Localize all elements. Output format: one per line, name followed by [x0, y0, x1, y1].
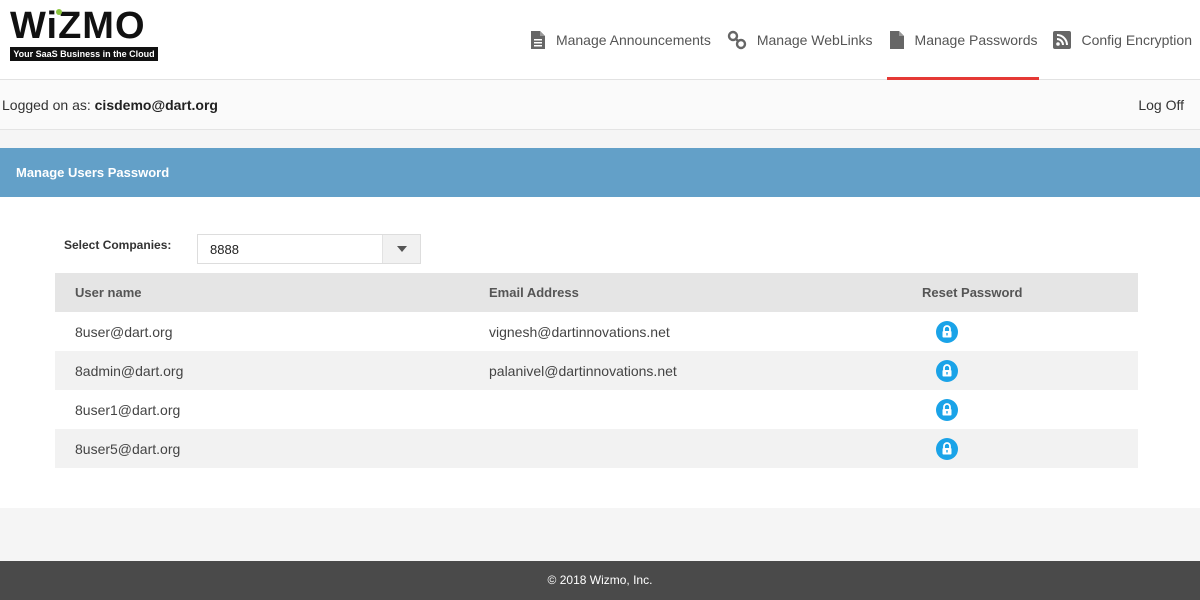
logo-text: WiZMO — [10, 5, 146, 47]
nav-manage-weblinks[interactable]: Manage WebLinks — [719, 0, 881, 80]
cell-email: vignesh@dartinnovations.net — [489, 323, 670, 340]
header-reset-password: Reset Password — [922, 285, 1023, 300]
company-select-row: Select Companies: 8888 — [64, 234, 421, 264]
log-off-link[interactable]: Log Off — [1138, 97, 1184, 113]
rss-icon — [1053, 31, 1072, 49]
table-header: User name Email Address Reset Password — [55, 273, 1138, 312]
nav-label: Config Encryption — [1081, 32, 1192, 48]
logo-tagline: Your SaaS Business in the Cloud — [10, 47, 158, 61]
company-select-value: 8888 — [210, 241, 239, 257]
panel-title: Manage Users Password — [0, 148, 1200, 197]
cell-reset — [869, 320, 1138, 343]
header-user-name: User name — [75, 285, 142, 300]
users-table: User name Email Address Reset Password 8… — [55, 273, 1138, 468]
cell-email: palanivel@dartinnovations.net — [489, 362, 677, 379]
link-icon — [727, 30, 747, 50]
logged-on-text: Logged on as: cisdemo@dart.org — [2, 97, 218, 113]
nav-label: Manage Announcements — [555, 32, 711, 48]
nav-label: Manage Passwords — [914, 32, 1038, 48]
header: WiZMO Your SaaS Business in the Cloud Ma… — [0, 0, 1200, 80]
cell-reset — [869, 359, 1138, 382]
lock-icon[interactable] — [936, 359, 958, 382]
session-bar: Logged on as: cisdemo@dart.org Log Off — [0, 80, 1200, 130]
cell-user: 8admin@dart.org — [75, 362, 184, 379]
lock-icon[interactable] — [936, 320, 958, 343]
manage-users-password-panel: Manage Users Password Select Companies: … — [0, 148, 1200, 508]
document-icon — [530, 30, 546, 50]
table-row: 8admin@dart.org palanivel@dartinnovation… — [55, 351, 1138, 390]
logo-dot — [56, 9, 62, 15]
document-icon — [889, 30, 905, 50]
cell-user: 8user1@dart.org — [75, 401, 181, 418]
cell-reset — [869, 437, 1138, 460]
company-select[interactable]: 8888 — [197, 234, 421, 264]
cell-reset — [869, 398, 1138, 421]
footer: © 2018 Wizmo, Inc. — [0, 561, 1200, 600]
nav-config-encryption[interactable]: Config Encryption — [1045, 0, 1200, 80]
nav-manage-announcements[interactable]: Manage Announcements — [522, 0, 719, 80]
table-row: 8user@dart.org vignesh@dartinnovations.n… — [55, 312, 1138, 351]
nav-label: Manage WebLinks — [756, 32, 873, 48]
logged-user: cisdemo@dart.org — [94, 96, 218, 113]
cell-user: 8user@dart.org — [75, 323, 173, 340]
table-row: 8user5@dart.org — [55, 429, 1138, 468]
nav-manage-passwords[interactable]: Manage Passwords — [881, 0, 1046, 80]
lock-icon[interactable] — [936, 398, 958, 421]
wizmo-logo[interactable]: WiZMO Your SaaS Business in the Cloud — [10, 7, 160, 61]
caret-down-icon[interactable] — [382, 235, 420, 263]
top-nav: Manage Announcements Manage WebLinks Man… — [522, 0, 1200, 80]
logged-prefix: Logged on as: — [2, 96, 91, 113]
header-email-address: Email Address — [489, 285, 579, 300]
lock-icon[interactable] — [936, 437, 958, 460]
select-companies-label: Select Companies: — [64, 238, 172, 252]
cell-user: 8user5@dart.org — [75, 440, 181, 457]
table-row: 8user1@dart.org — [55, 390, 1138, 429]
